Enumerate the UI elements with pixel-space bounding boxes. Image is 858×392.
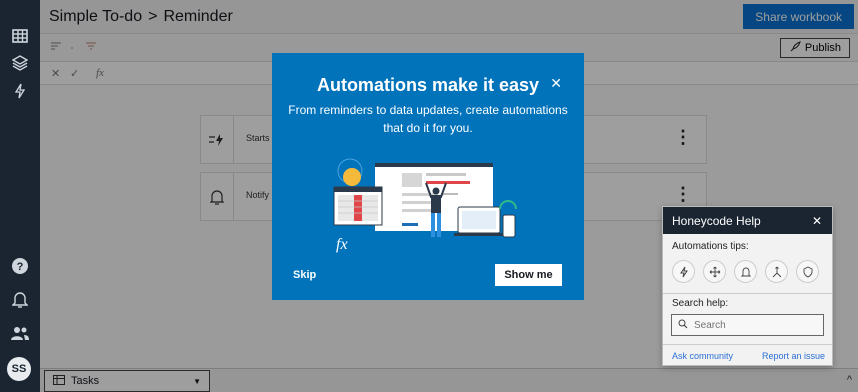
modal-subtitle: From reminders to data updates, create a… — [288, 103, 568, 135]
close-icon[interactable]: ✕ — [550, 75, 562, 92]
tips-icon-row — [672, 260, 819, 283]
close-icon[interactable]: ✕ — [812, 214, 822, 228]
svg-text:?: ? — [17, 261, 24, 273]
left-rail: ? SS — [0, 0, 40, 392]
help-search-input[interactable] — [694, 319, 814, 331]
help-search-box[interactable] — [671, 314, 824, 336]
help-icon[interactable]: ? — [9, 255, 31, 277]
avatar[interactable]: SS — [7, 357, 31, 381]
help-panel: Honeycode Help ✕ Automations tips: Searc… — [662, 206, 833, 366]
automations-modal: Automations make it easy ✕ From reminder… — [272, 53, 584, 300]
search-help-label: Search help: — [672, 298, 729, 309]
automation-illustration-icon: fx — [333, 158, 517, 253]
layers-icon[interactable] — [9, 52, 31, 74]
divider — [663, 344, 832, 345]
tips-label: Automations tips: — [672, 241, 749, 252]
search-icon — [678, 316, 688, 334]
bell-icon[interactable] — [9, 288, 31, 310]
bell-icon[interactable] — [734, 260, 757, 283]
bolt-icon[interactable] — [9, 80, 31, 102]
shield-icon[interactable] — [796, 260, 819, 283]
bolt-icon[interactable] — [672, 260, 695, 283]
ask-community-link[interactable]: Ask community — [672, 351, 733, 361]
divider — [663, 293, 832, 294]
move-icon[interactable] — [703, 260, 726, 283]
branch-icon[interactable] — [765, 260, 788, 283]
fx-label: fx — [336, 236, 348, 253]
table-icon[interactable] — [9, 25, 31, 47]
skip-link[interactable]: Skip — [293, 269, 316, 281]
users-icon[interactable] — [9, 322, 31, 344]
show-me-button[interactable]: Show me — [495, 264, 562, 286]
help-header: Honeycode Help ✕ — [663, 207, 832, 234]
help-title: Honeycode Help — [672, 214, 761, 228]
modal-title: Automations make it easy — [316, 75, 540, 95]
report-issue-link[interactable]: Report an issue — [762, 351, 825, 361]
